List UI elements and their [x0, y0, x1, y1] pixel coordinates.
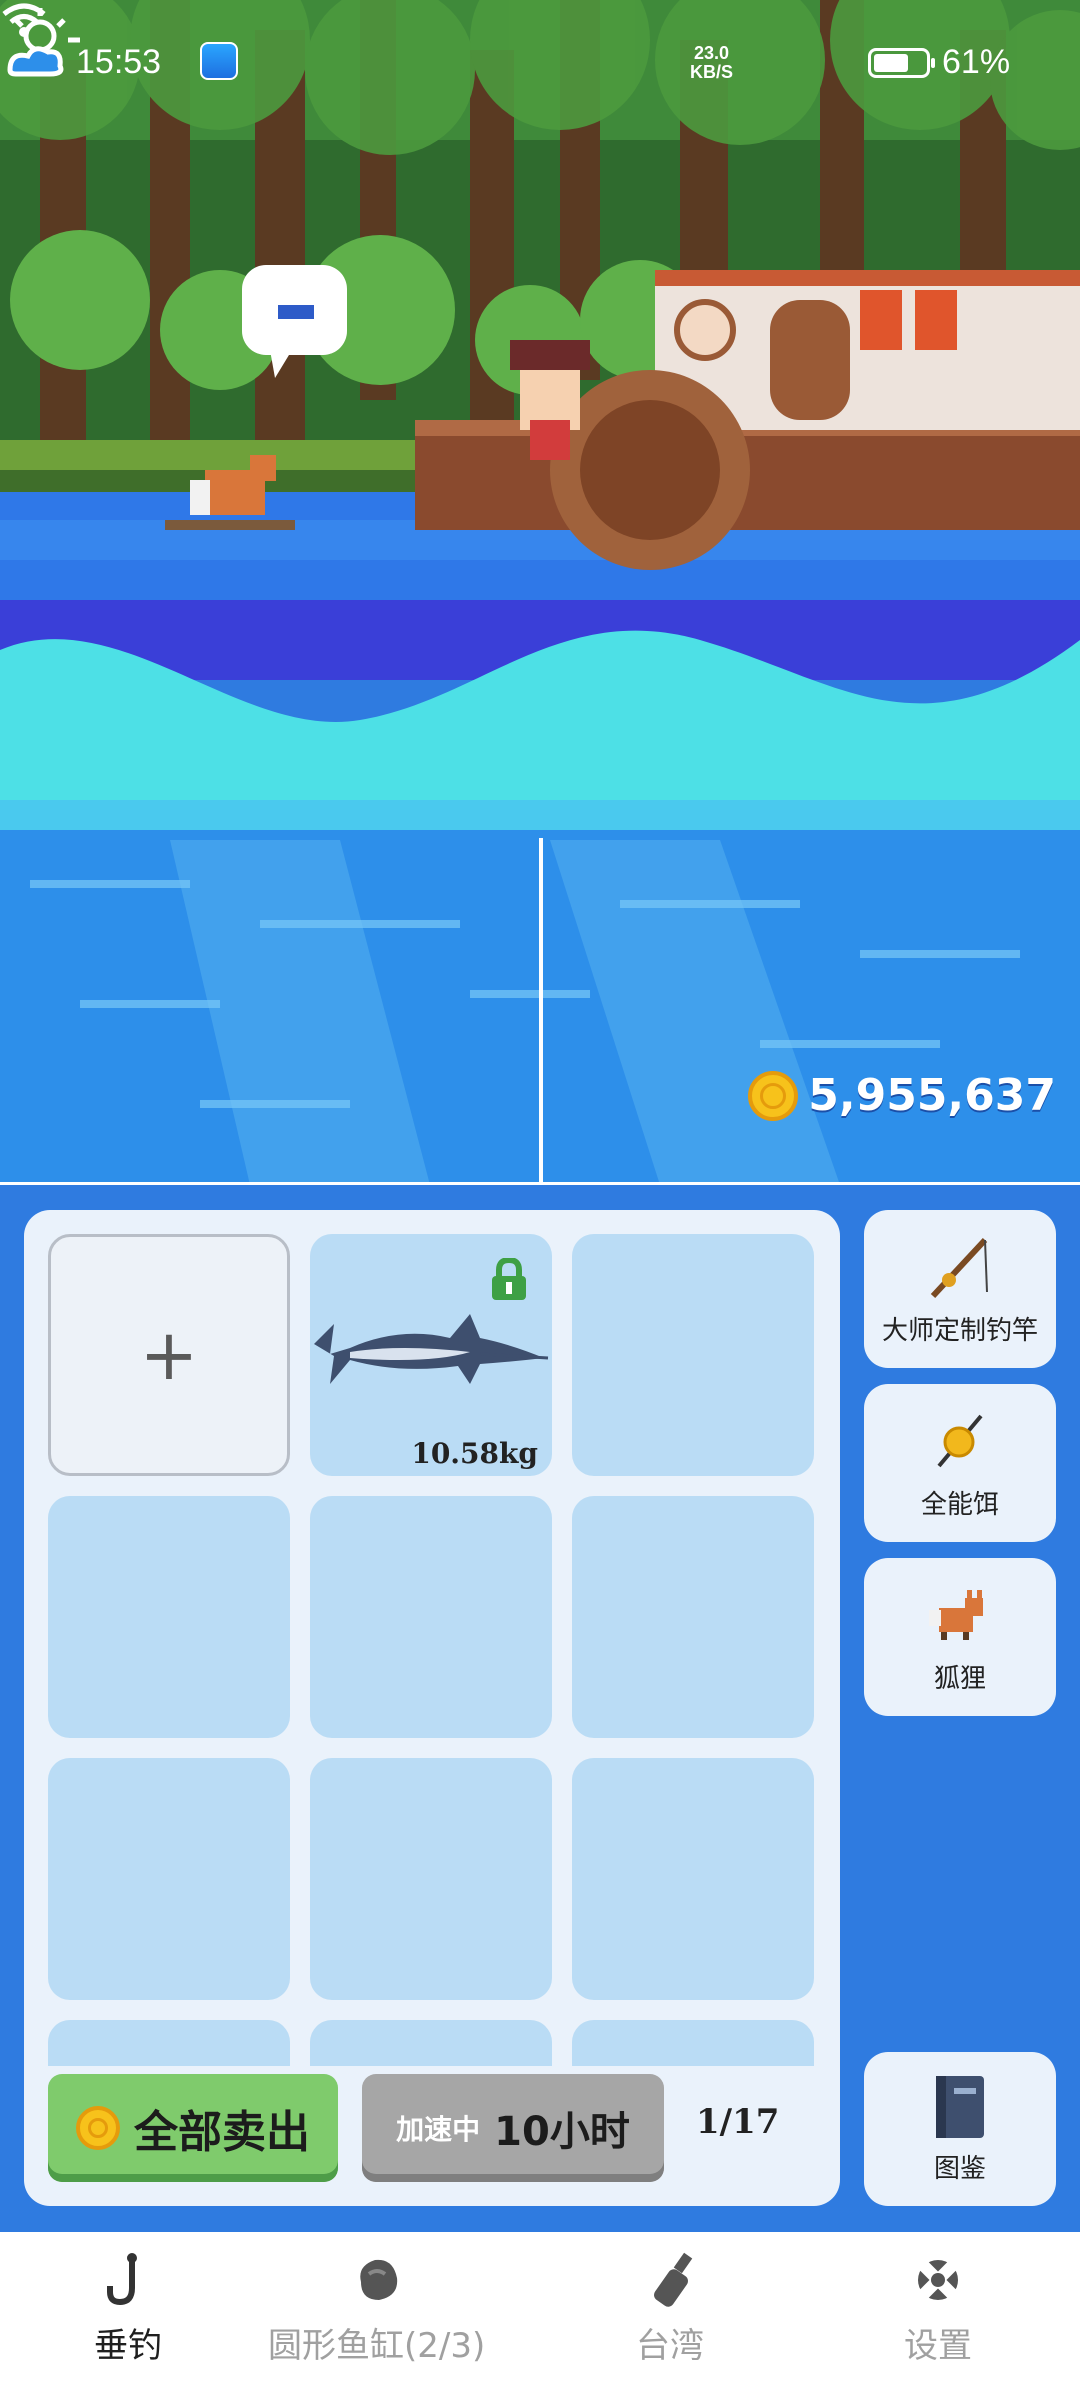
equipment-rod-button[interactable]: 大师定制钓竿 [864, 1210, 1056, 1368]
speedup-label: 加速中 [396, 2113, 481, 2146]
page-count: 1/17 [696, 2102, 780, 2142]
empty-slot[interactable] [48, 1496, 290, 1738]
equipment-pet-button[interactable]: 狐狸 [864, 1558, 1056, 1716]
codex-button[interactable]: 图鉴 [864, 2052, 1056, 2206]
bait-icon [937, 1414, 983, 1467]
codex-label: 图鉴 [933, 2153, 986, 2184]
book-icon [936, 2075, 984, 2138]
coin-icon [748, 1070, 799, 1121]
app-notification-icon [200, 42, 238, 80]
coin-amount: 5,955,637 [808, 1070, 1056, 1121]
fish-slot[interactable]: 10.58kg [310, 1234, 552, 1476]
equipment-pet-label: 狐狸 [933, 1663, 986, 1694]
net-speed-unit: KB/S [690, 62, 734, 82]
fishing-rod-icon [930, 1237, 988, 1298]
equipment-bait-label: 全能饵 [920, 1489, 999, 1520]
empty-slot[interactable] [572, 1234, 814, 1476]
settings-icon [916, 2258, 960, 2302]
equipment-bait-button[interactable]: 全能饵 [864, 1384, 1056, 1542]
fishing-hook-icon [107, 2253, 137, 2306]
sell-all-button[interactable]: 全部卖出 [48, 2074, 338, 2182]
empty-slot[interactable] [572, 1758, 814, 2000]
game-scene[interactable]: 15:53 23.0 KB/S 61% 5,955,637 [0, 0, 1080, 1185]
nav-label: 圆形鱼缸(2/3) [268, 2326, 486, 2366]
add-icon: + [139, 1314, 199, 1396]
speedup-button[interactable]: 加速中 10小时 [362, 2074, 664, 2182]
bottom-nav: 垂钓 圆形鱼缸(2/3) 台湾 设置 [0, 2232, 1080, 2400]
inventory-grid: + 10.58kg [48, 1234, 816, 2066]
nav-tab-region[interactable]: 台湾 [636, 2252, 704, 2367]
nav-tab-settings[interactable]: 设置 [904, 2252, 972, 2367]
sell-all-label: 全部卖出 [134, 2107, 310, 2158]
speedup-time: 10小时 [494, 2109, 630, 2155]
coin-icon [76, 2106, 120, 2150]
stone-icon [359, 2259, 397, 2300]
battery-percent: 61% [942, 42, 1011, 81]
nav-label: 设置 [904, 2326, 972, 2366]
nav-tab-fishing[interactable]: 垂钓 [94, 2252, 162, 2367]
fox-icon [929, 1589, 983, 1640]
nav-label: 台湾 [636, 2326, 704, 2366]
fish-weight: 10.58kg [411, 1437, 538, 1470]
net-speed: 23.0 KB/S [690, 44, 733, 88]
add-slot-button[interactable]: + [48, 1234, 290, 1476]
empty-slot-partial[interactable] [572, 2020, 814, 2066]
empty-slot[interactable] [572, 1496, 814, 1738]
nav-label: 垂钓 [94, 2326, 162, 2366]
empty-slot[interactable] [48, 1758, 290, 2000]
battery-icon [868, 48, 935, 78]
coin-balance: 5,955,637 [748, 1070, 1056, 1121]
empty-slot-partial[interactable] [48, 2020, 290, 2066]
empty-slot[interactable] [310, 1496, 552, 1738]
bottle-icon [654, 2252, 693, 2307]
equipment-rod-label: 大师定制钓竿 [881, 1315, 1038, 1346]
empty-slot[interactable] [310, 1758, 552, 2000]
empty-slot-partial[interactable] [310, 2020, 552, 2066]
net-speed-value: 23.0 [693, 43, 730, 63]
sun-cloud-icon[interactable] [0, 0, 90, 90]
inventory-panel: + 10.58kg 全部卖出 加速中 10小时 1/17 [24, 1210, 840, 2206]
note-bubble-icon [278, 305, 314, 319]
nav-tab-aquarium[interactable]: 圆形鱼缸(2/3) [268, 2252, 485, 2367]
lock-icon[interactable] [490, 1258, 528, 1302]
scene-background [0, 0, 1080, 1185]
